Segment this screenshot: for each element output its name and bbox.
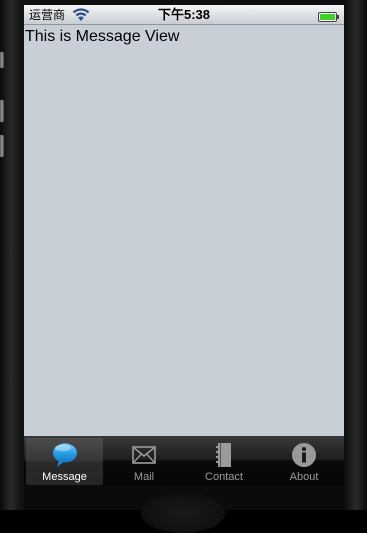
ringer-switch bbox=[0, 52, 4, 68]
envelope-icon bbox=[129, 441, 159, 469]
volume-up-button bbox=[0, 100, 4, 122]
tab-about[interactable]: About bbox=[264, 436, 344, 485]
tab-mail-label: Mail bbox=[133, 471, 155, 483]
status-time: 下午5:38 bbox=[157, 7, 211, 22]
notebook-icon bbox=[209, 441, 239, 469]
status-bar: 运营商 下午5:38 bbox=[24, 5, 344, 25]
home-button[interactable] bbox=[141, 493, 225, 533]
tab-about-label: About bbox=[289, 471, 319, 483]
tab-bar: Message Mail Contact About bbox=[24, 436, 344, 485]
tab-contact[interactable]: Contact bbox=[184, 436, 264, 485]
screen: 运营商 下午5:38 This is Message View Message … bbox=[24, 5, 344, 485]
tab-message[interactable]: Message bbox=[26, 438, 103, 485]
message-view: This is Message View bbox=[24, 25, 344, 436]
info-icon bbox=[289, 441, 319, 469]
battery-icon bbox=[318, 9, 340, 22]
device-frame: 运营商 下午5:38 This is Message View Message … bbox=[0, 0, 367, 533]
message-view-label: This is Message View bbox=[25, 28, 180, 45]
tab-mail[interactable]: Mail bbox=[104, 436, 184, 485]
speech-bubble-icon bbox=[50, 441, 80, 469]
tab-message-label: Message bbox=[42, 471, 87, 483]
volume-down-button bbox=[0, 135, 4, 157]
tab-contact-label: Contact bbox=[205, 471, 243, 483]
